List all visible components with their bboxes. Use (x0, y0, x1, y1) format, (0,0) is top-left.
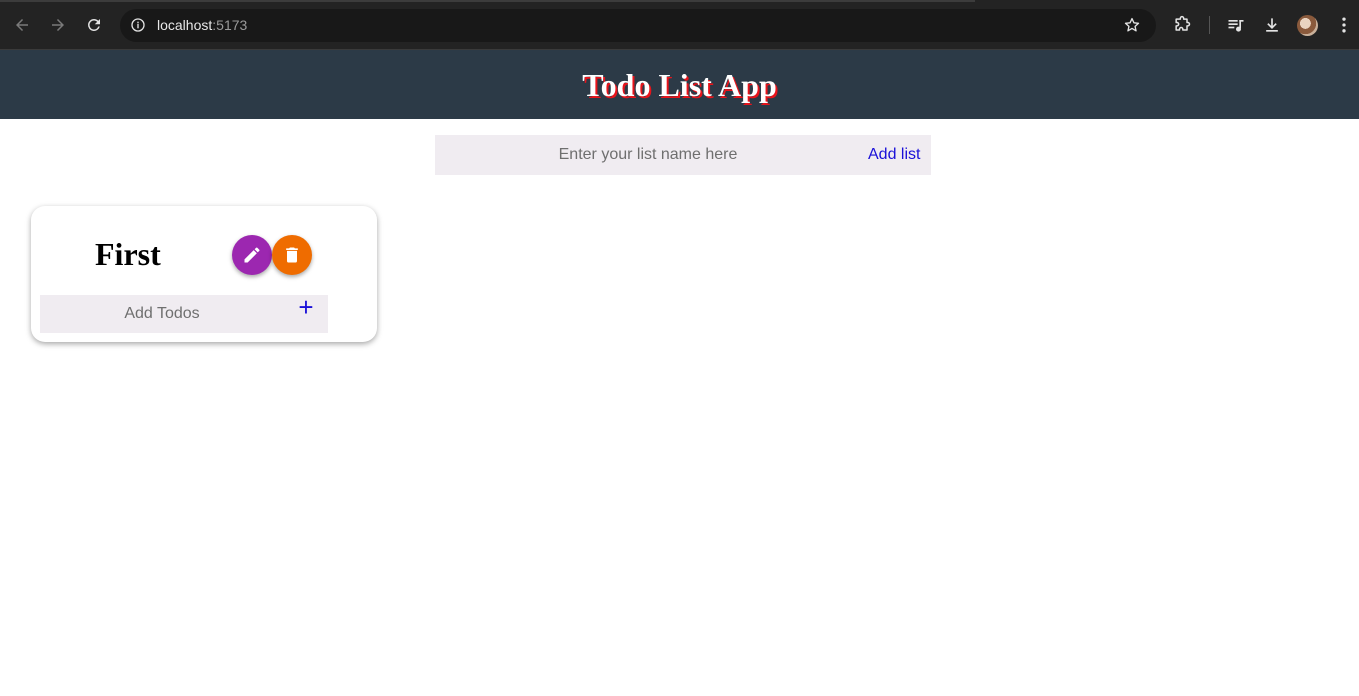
list-title: First (95, 236, 161, 272)
extensions-button[interactable] (1172, 15, 1192, 35)
browser-menu-button[interactable] (1334, 15, 1354, 35)
browser-toolbar: localhost:5173 (0, 0, 1359, 50)
url-port: :5173 (212, 17, 248, 33)
add-list-form: Add list (435, 135, 931, 175)
tab-strip-edge (0, 0, 975, 2)
reload-button[interactable] (83, 14, 105, 36)
add-todo-button[interactable]: + (296, 294, 316, 320)
arrow-left-icon (16, 19, 28, 31)
todo-list-card: First + (31, 206, 377, 342)
profile-avatar[interactable] (1297, 15, 1318, 36)
info-icon[interactable] (130, 17, 146, 33)
puzzle-icon (1175, 15, 1191, 31)
url-text[interactable]: localhost:5173 (157, 17, 247, 33)
toolbar-divider (1209, 16, 1210, 34)
media-controls-button[interactable] (1226, 15, 1246, 35)
forward-button[interactable] (47, 14, 69, 36)
download-icon (1266, 18, 1278, 32)
reload-icon (88, 18, 100, 31)
add-list-button[interactable]: Add list (868, 135, 931, 175)
url-host: localhost (157, 17, 213, 33)
address-bar[interactable]: localhost:5173 (120, 9, 1156, 42)
todo-input[interactable] (40, 295, 284, 333)
kebab-menu-icon (1342, 17, 1346, 33)
list-name-input[interactable] (435, 135, 861, 175)
delete-list-button[interactable] (272, 235, 312, 275)
add-todo-form: + (40, 294, 328, 333)
edit-list-button[interactable] (232, 235, 272, 275)
trash-icon (286, 247, 298, 263)
app-title: Todo List App (582, 67, 777, 103)
arrow-right-icon (52, 19, 64, 31)
star-icon[interactable] (1123, 16, 1141, 34)
pencil-icon (244, 247, 260, 263)
app-header: Todo List App (0, 50, 1359, 119)
downloads-button[interactable] (1262, 15, 1282, 35)
back-button[interactable] (11, 14, 33, 36)
playlist-icon (1228, 20, 1244, 32)
